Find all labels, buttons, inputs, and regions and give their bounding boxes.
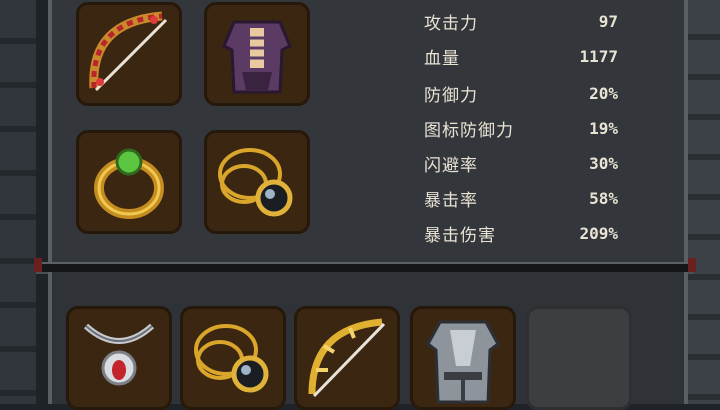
armor-slot[interactable] <box>204 2 310 106</box>
stat-label: 血量 <box>424 48 460 69</box>
ruby-bow-icon <box>89 11 168 92</box>
stat-label: 闪避率 <box>424 155 478 176</box>
stat-label: 攻击力 <box>424 13 478 34</box>
amulet-slot[interactable] <box>204 130 310 234</box>
gold-chain-amulet-icon <box>218 148 293 217</box>
stat-value: 30% <box>589 153 618 173</box>
stat-row-defense: 防御力 20% <box>424 78 618 108</box>
stat-row-attack: 攻击力 97 <box>424 6 618 36</box>
ruby-pendant-icon <box>83 323 155 386</box>
inventory-slot-5[interactable] <box>526 306 632 410</box>
purple-robe-icon <box>222 20 292 94</box>
stat-value: 97 <box>598 11 618 31</box>
stat-row-icon-defense: 图标防御力 19% <box>424 113 618 143</box>
divider-knob-left <box>34 258 42 272</box>
stat-label: 暴击率 <box>424 190 478 211</box>
emerald-ring-icon <box>94 148 164 219</box>
ring-slot[interactable] <box>76 130 182 234</box>
stat-label: 图标防御力 <box>424 120 514 141</box>
divider-knob-right <box>688 258 696 272</box>
gold-chain-amulet-icon <box>194 324 269 393</box>
stat-value: 1177 <box>579 46 618 66</box>
steel-armor-icon <box>426 320 500 404</box>
stat-row-crit-damage: 暴击伤害 209% <box>424 218 618 248</box>
weapon-slot[interactable] <box>76 2 182 106</box>
stat-value: 19% <box>589 118 618 138</box>
stat-row-crit-rate: 暴击率 58% <box>424 183 618 213</box>
stat-row-dodge: 闪避率 30% <box>424 148 618 178</box>
inventory-slot-3[interactable] <box>294 306 400 410</box>
stat-row-hp: 血量 1177 <box>424 41 618 71</box>
inventory-slot-4[interactable] <box>410 306 516 410</box>
stat-value: 58% <box>589 188 618 208</box>
stat-label: 防御力 <box>424 85 478 106</box>
stat-value: 20% <box>589 83 618 103</box>
golden-bow-icon <box>308 318 386 398</box>
stat-label: 暴击伤害 <box>424 225 496 246</box>
dungeon-wall-left <box>0 0 36 404</box>
stat-value: 209% <box>579 223 618 243</box>
inventory-slot-1[interactable] <box>66 306 172 410</box>
inventory-slot-2[interactable] <box>180 306 286 410</box>
